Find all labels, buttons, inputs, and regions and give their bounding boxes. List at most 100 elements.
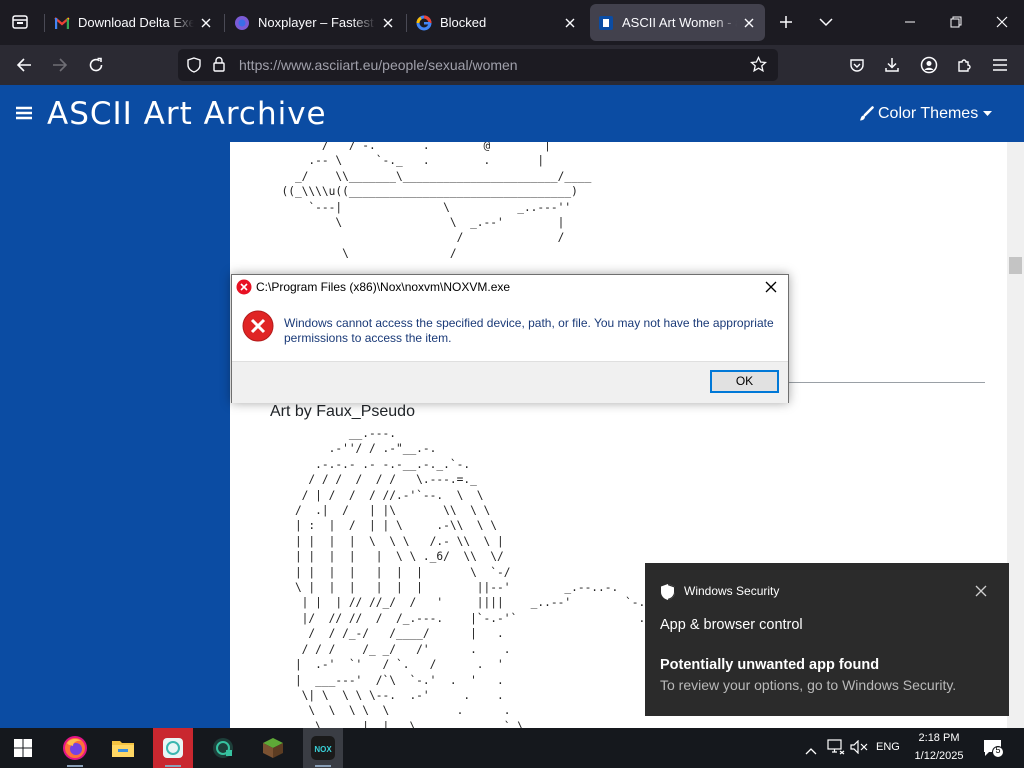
url-text[interactable]: https://www.asciiart.eu/people/sexual/wo… <box>239 57 518 73</box>
site-title[interactable]: ASCII Art Archive <box>47 96 327 132</box>
chevron-down-icon <box>819 18 833 27</box>
tab-title: Blocked <box>440 15 487 30</box>
tab-title: ASCII Art Women - ascii art <box>622 15 737 30</box>
noxplayer-icon <box>234 15 250 31</box>
taskbar-firefox[interactable] <box>55 728 95 768</box>
extensions-button[interactable] <box>950 51 978 79</box>
globe-app-icon <box>213 738 233 758</box>
account-icon <box>920 56 938 74</box>
color-themes-label: Color Themes <box>878 105 979 122</box>
toast-body: To review your options, go to Windows Se… <box>660 677 957 693</box>
toast-title: Potentially unwanted app found <box>660 657 880 673</box>
bookmark-star-icon[interactable] <box>749 55 768 78</box>
dialog-close-icon[interactable] <box>764 280 778 299</box>
nox-icon: NOX <box>311 736 335 760</box>
arrow-left-icon <box>16 58 31 72</box>
ascii-art-bottom: __.---. .-''/ / .-"__.-. .-.-.- .- -.-__… <box>294 427 646 728</box>
ascii-art-top: / /`-. . @ | .-- \ `-._ . . | _/ \\_____… <box>281 142 592 260</box>
dialog-title: C:\Program Files (x86)\Nox\noxvm\NOXVM.e… <box>256 280 511 294</box>
plus-icon <box>780 16 792 28</box>
tab-separator <box>44 14 45 32</box>
window-close-button[interactable] <box>988 8 1016 36</box>
svg-text:NOX: NOX <box>314 745 332 754</box>
pocket-button[interactable] <box>843 51 871 79</box>
scrollbar-thumb[interactable] <box>1009 257 1022 274</box>
art-caption: Art by Faux_Pseudo <box>270 403 415 420</box>
account-button[interactable] <box>915 51 943 79</box>
clock-time[interactable]: 2:18 PM <box>912 732 966 744</box>
pocket-icon <box>850 59 864 72</box>
notification-count: 5 <box>995 745 1001 755</box>
restore-button[interactable] <box>942 8 970 36</box>
show-hidden-icons-chevron-up-icon[interactable] <box>805 742 817 760</box>
tab-title: Download Delta Executor <box>78 15 194 30</box>
error-dialog: C:\Program Files (x86)\Nox\noxvm\NOXVM.e… <box>231 274 789 403</box>
browser-tab-strip: Download Delta Executor Noxplayer – Fast… <box>0 0 1024 45</box>
taskbar-file-explorer[interactable] <box>103 728 143 768</box>
forward-button[interactable] <box>46 51 74 79</box>
asciiart-icon <box>598 15 614 31</box>
tab-ascii-art-women[interactable]: ASCII Art Women - ascii art <box>590 4 765 41</box>
tab-noxplayer[interactable]: Noxplayer – Fastest and <box>226 4 404 41</box>
back-button[interactable] <box>10 51 38 79</box>
windows-security-notification[interactable]: Windows Security App & browser control P… <box>645 563 1009 716</box>
tab-separator <box>224 14 225 32</box>
firefox-view-icon[interactable] <box>6 8 34 36</box>
hamburger-icon <box>993 59 1007 71</box>
input-language[interactable]: ENG <box>876 741 900 753</box>
site-header: ASCII Art Archive Color Themes <box>0 85 1024 142</box>
lock-icon[interactable] <box>212 56 226 77</box>
list-all-tabs-button[interactable] <box>812 8 840 36</box>
close-icon <box>996 16 1008 28</box>
taskbar-app[interactable] <box>153 728 193 768</box>
tab-delta-executor[interactable]: Download Delta Executor <box>46 4 222 41</box>
clock-date[interactable]: 1/12/2025 <box>906 750 972 762</box>
dialog-message: Windows cannot access the specified devi… <box>284 316 774 345</box>
close-icon[interactable] <box>198 15 214 31</box>
dialog-body: Windows cannot access the specified devi… <box>232 299 788 361</box>
network-icon[interactable] <box>827 739 845 760</box>
tab-blocked[interactable]: Blocked <box>408 4 586 41</box>
close-icon[interactable] <box>741 15 757 31</box>
volume-muted-icon[interactable] <box>850 739 868 759</box>
toast-app-name: Windows Security <box>684 584 780 598</box>
tracking-protection-shield-icon[interactable] <box>186 57 202 78</box>
close-icon[interactable] <box>562 15 578 31</box>
taskbar-minecraft[interactable] <box>253 728 293 768</box>
gmail-icon <box>54 15 70 31</box>
shield-icon <box>660 583 676 606</box>
firefox-icon <box>63 736 87 760</box>
start-button[interactable] <box>3 728 43 768</box>
color-themes-dropdown[interactable]: Color Themes <box>858 105 993 123</box>
downloads-button[interactable] <box>878 51 906 79</box>
reload-icon <box>89 57 103 72</box>
taskbar-globe-app[interactable] <box>203 728 243 768</box>
browser-navigation-bar: https://www.asciiart.eu/people/sexual/wo… <box>0 45 1024 85</box>
hamburger-menu-icon[interactable] <box>16 106 32 125</box>
taskbar-nox[interactable]: NOX <box>303 728 343 768</box>
error-small-icon <box>236 279 252 300</box>
tab-separator <box>406 14 407 32</box>
file-explorer-icon <box>112 741 134 757</box>
reload-button[interactable] <box>82 51 110 79</box>
minimize-button[interactable] <box>896 8 924 36</box>
arrow-right-icon <box>53 58 68 72</box>
ok-button[interactable]: OK <box>710 370 779 393</box>
new-tab-button[interactable] <box>772 8 800 36</box>
url-bar[interactable]: https://www.asciiart.eu/people/sexual/wo… <box>178 49 778 81</box>
toast-close-icon[interactable] <box>975 584 987 602</box>
minecraft-icon <box>263 738 283 758</box>
notification-center-button[interactable]: 5 <box>983 739 1005 764</box>
close-icon[interactable] <box>380 15 396 31</box>
puzzle-icon <box>958 59 971 72</box>
error-icon <box>242 310 274 347</box>
page-scrollbar[interactable] <box>1007 142 1024 728</box>
menu-button[interactable] <box>986 51 1014 79</box>
tab-title: Noxplayer – Fastest and <box>258 15 376 30</box>
caret-down-icon <box>983 111 993 116</box>
minimize-icon <box>905 21 915 23</box>
dialog-titlebar[interactable]: C:\Program Files (x86)\Nox\noxvm\NOXVM.e… <box>232 275 788 299</box>
windows-logo-icon <box>14 739 32 757</box>
download-icon <box>885 58 899 72</box>
app-icon <box>163 738 183 758</box>
